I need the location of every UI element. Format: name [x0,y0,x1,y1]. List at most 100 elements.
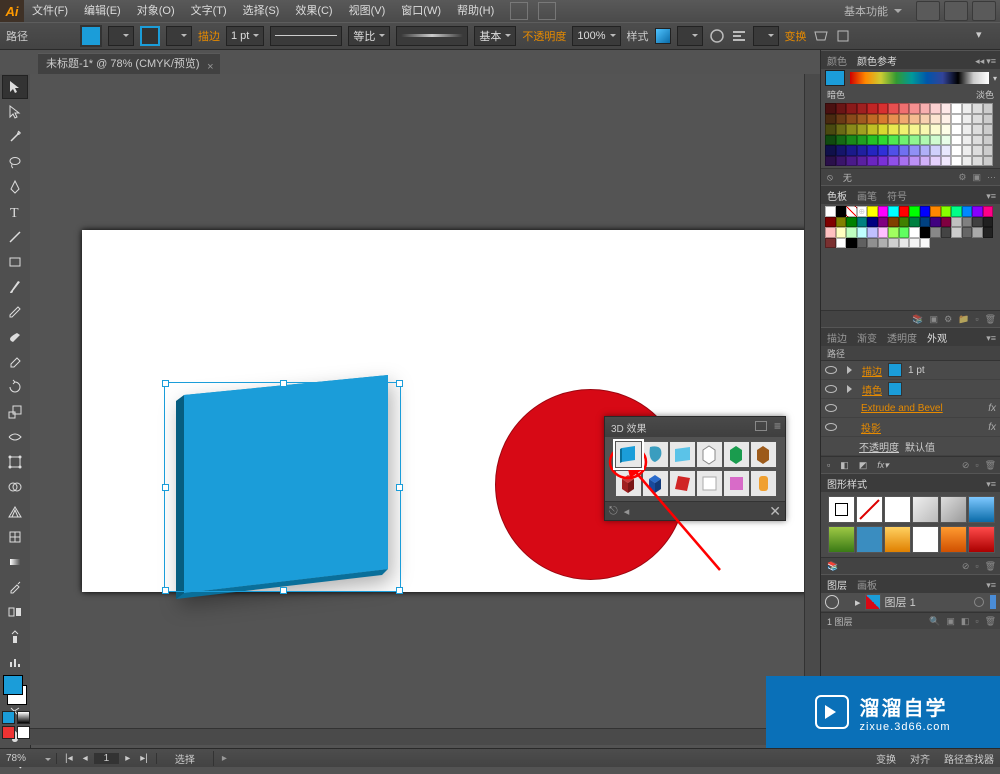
tab-layers[interactable]: 图层 [827,577,847,592]
swatch-cell[interactable] [899,217,910,228]
width-tool[interactable] [2,425,28,449]
gs-6[interactable] [968,496,995,523]
panel-menu-icon[interactable]: ≡ [774,419,781,433]
color-cell[interactable] [920,156,931,167]
menu-effect[interactable]: 效果(C) [287,0,340,22]
color-cell[interactable] [930,156,941,167]
swatch-cell[interactable] [983,227,994,238]
menu-select[interactable]: 选择(S) [235,0,288,22]
color-cell[interactable] [857,124,868,135]
swatch-cell[interactable] [941,227,952,238]
gs-12[interactable] [968,526,995,553]
layer-row[interactable]: ▸ 图层 1 [821,593,1000,612]
3d-style-7[interactable] [615,470,642,497]
color-cell[interactable] [899,103,910,114]
color-cell[interactable] [951,103,962,114]
color-cell[interactable] [836,114,847,125]
color-cell[interactable] [930,124,941,135]
page-number[interactable]: 1 [94,753,120,764]
gs-9[interactable] [884,526,911,553]
expand-icon[interactable] [847,385,856,393]
magic-wand-tool[interactable] [2,125,28,149]
color-cell[interactable] [888,145,899,156]
panel-menu-icon[interactable]: ▾≡ [986,191,996,202]
fill-stroke-stack[interactable] [1,673,29,707]
swatches-grid[interactable]: ⊕ [825,206,996,248]
color-cell[interactable] [941,145,952,156]
3d-style-3[interactable] [669,441,696,468]
color-cell[interactable] [920,135,931,146]
appearance-row-fill[interactable]: 填色 [821,380,1000,399]
visibility-icon[interactable] [825,421,837,433]
3d-style-8[interactable] [642,470,669,497]
align-icon[interactable] [731,28,747,44]
color-cell[interactable] [972,145,983,156]
mesh-tool[interactable] [2,525,28,549]
color-cell[interactable] [846,156,857,167]
add-fill-icon[interactable]: ◩ [859,460,868,471]
swatch-cell[interactable] [867,217,878,228]
color-cell[interactable] [941,156,952,167]
swatch-cell[interactable] [951,227,962,238]
3d-style-4[interactable] [696,441,723,468]
delete-icon[interactable]: 🗑 [985,460,996,471]
fx-indicator-icon[interactable]: fx [988,403,996,414]
swatch-cell[interactable] [941,206,952,217]
swatch-cell[interactable] [899,227,910,238]
direct-selection-tool[interactable] [2,100,28,124]
layer-name[interactable]: 图层 1 [885,594,916,610]
color-mode-none[interactable] [2,726,15,739]
color-cell[interactable] [909,124,920,135]
panel-close-icon[interactable]: ✕ [769,504,781,518]
panel-link-icon[interactable]: ⎋ [609,505,618,518]
panel-menu-icon[interactable]: ⋯ [987,172,996,183]
swatch-cell[interactable] [825,227,836,238]
gs-3[interactable] [884,496,911,523]
flyout-icon[interactable]: ▾ [976,28,992,44]
gs-8[interactable] [856,526,883,553]
swatch-cell[interactable] [878,206,889,217]
swatch-options-icon[interactable]: ⚙ [944,314,952,325]
blend-tool[interactable] [2,600,28,624]
swatch-cell[interactable] [972,217,983,228]
color-cell[interactable] [930,103,941,114]
swatch-cell[interactable] [951,217,962,228]
color-cell[interactable] [899,156,910,167]
color-cell[interactable] [836,145,847,156]
color-cell[interactable] [825,114,836,125]
stroke-basic[interactable]: 基本 [474,26,516,46]
swatch-cell[interactable] [920,217,931,228]
scale-tool[interactable] [2,400,28,424]
style-dropdown[interactable] [677,26,703,46]
handle-nw[interactable] [162,380,169,387]
color-cell[interactable] [825,156,836,167]
color-cell[interactable] [941,124,952,135]
recolor-icon[interactable] [709,28,725,44]
swatch-cell[interactable] [909,206,920,217]
color-cell[interactable] [920,114,931,125]
draw-mode[interactable] [17,726,30,739]
color-cell[interactable] [836,124,847,135]
fill-color-box[interactable] [3,675,23,695]
3d-style-12[interactable] [750,470,777,497]
swatch-cell[interactable] [836,238,847,249]
color-cell[interactable] [920,145,931,156]
color-cell[interactable] [962,103,973,114]
panel-minimize-icon[interactable] [755,421,767,431]
color-cell[interactable] [930,135,941,146]
color-cell[interactable] [846,145,857,156]
color-cell[interactable] [972,103,983,114]
layout-icon[interactable] [510,2,528,20]
first-page-icon[interactable]: |◂ [61,753,77,764]
new-art-icon[interactable]: ▫ [827,460,830,470]
menu-edit[interactable]: 编辑(E) [76,0,129,22]
swatch-cell[interactable] [909,217,920,228]
tab-symbols[interactable]: 符号 [887,188,907,203]
color-cell[interactable] [836,156,847,167]
menu-file[interactable]: 文件(F) [24,0,76,22]
color-cell[interactable] [951,124,962,135]
gs-11[interactable] [940,526,967,553]
menu-type[interactable]: 文字(T) [183,0,235,22]
paintbrush-tool[interactable] [2,275,28,299]
3d-style-2[interactable] [642,441,669,468]
